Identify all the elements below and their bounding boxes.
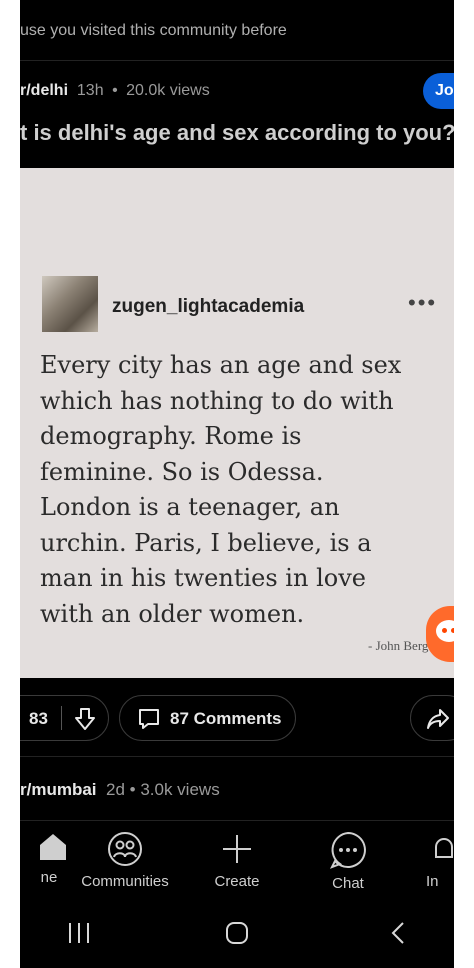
view-count: 20.0k views bbox=[126, 82, 210, 99]
post-title[interactable]: t is delhi's age and sex according to yo… bbox=[20, 120, 454, 146]
bottom-navigation: ne Communities Create Chat In bbox=[20, 820, 454, 901]
image-username: zugen_lightacademia bbox=[112, 296, 305, 317]
nav-home[interactable]: ne bbox=[20, 831, 70, 886]
post-age: 2d bbox=[105, 780, 125, 799]
plus-icon bbox=[223, 835, 251, 863]
comments-button[interactable]: 87 Comments bbox=[119, 695, 296, 741]
subreddit-link[interactable]: r/delhi bbox=[20, 82, 68, 99]
reddit-feed-screen: use you visited this community before r/… bbox=[20, 0, 454, 968]
divider bbox=[20, 60, 454, 61]
communities-icon bbox=[108, 832, 142, 866]
home-icon bbox=[40, 834, 66, 860]
snoo-icon bbox=[426, 606, 454, 662]
recent-apps-icon[interactable] bbox=[66, 920, 92, 946]
vote-pill: 83 bbox=[20, 695, 109, 741]
quote-text: Every city has an age and sex which has … bbox=[40, 351, 402, 628]
post-meta: r/delhi 13h • 20.0k views bbox=[20, 82, 210, 100]
post-image[interactable]: zugen_lightacademia ••• Every city has a… bbox=[20, 168, 454, 678]
vote-count: 83 bbox=[29, 709, 48, 728]
home-button-icon[interactable] bbox=[224, 920, 250, 946]
view-count: 3.0k views bbox=[140, 780, 220, 799]
share-button[interactable] bbox=[410, 695, 454, 741]
meta-dot: • bbox=[112, 82, 118, 99]
back-icon[interactable] bbox=[386, 920, 412, 946]
post-meta: r/mumbai 2d • 3.0k views bbox=[20, 780, 220, 800]
more-options-icon: ••• bbox=[408, 290, 438, 315]
nav-chat-label: Chat bbox=[332, 875, 364, 892]
subreddit-link[interactable]: r/mumbai bbox=[20, 780, 97, 799]
nav-inbox-label: In bbox=[426, 873, 439, 890]
quote-author: - John Berg bbox=[368, 638, 429, 653]
nav-create[interactable]: Create bbox=[192, 831, 282, 890]
vote-separator bbox=[61, 706, 62, 730]
join-button[interactable]: Jo bbox=[423, 73, 454, 109]
divider bbox=[20, 756, 454, 757]
nav-communities-label: Communities bbox=[81, 873, 169, 890]
post-age: 13h bbox=[76, 82, 104, 99]
nav-home-label: ne bbox=[40, 869, 58, 886]
nav-chat[interactable]: Chat bbox=[303, 831, 393, 892]
nav-communities[interactable]: Communities bbox=[80, 831, 170, 890]
system-navigation-bar bbox=[20, 900, 454, 968]
share-icon bbox=[427, 709, 449, 729]
comments-label: 87 Comments bbox=[170, 709, 282, 728]
meta-dot: • bbox=[129, 780, 136, 799]
nav-create-label: Create bbox=[214, 873, 260, 890]
avatar bbox=[42, 276, 98, 332]
downvote-icon[interactable] bbox=[73, 706, 97, 732]
comment-icon bbox=[139, 709, 159, 729]
nav-inbox[interactable]: In bbox=[404, 831, 454, 890]
bell-icon bbox=[435, 838, 453, 858]
chat-icon bbox=[329, 831, 366, 869]
recommendation-reason: use you visited this community before bbox=[20, 22, 287, 39]
